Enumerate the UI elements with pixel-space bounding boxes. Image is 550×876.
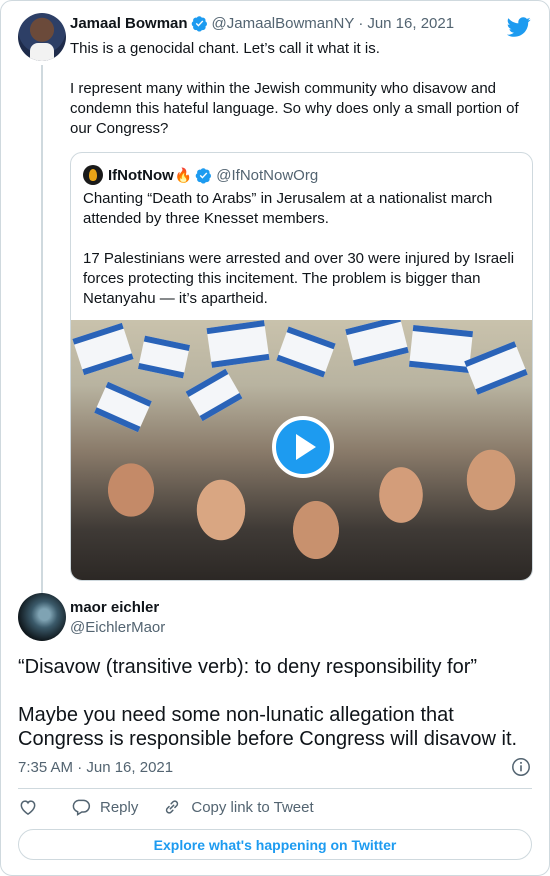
avatar-maor-eichler[interactable]	[18, 593, 66, 641]
reply-author-name[interactable]: maor eichler	[70, 599, 159, 616]
flag-shape	[345, 320, 409, 367]
flag-shape	[137, 335, 191, 379]
author-handle[interactable]: @JamaalBowmanNY	[212, 15, 355, 32]
tweet-paragraph: “Disavow (transitive verb): to deny resp…	[18, 656, 478, 678]
flag-shape	[72, 322, 134, 376]
quoted-author-handle: @IfNotNowOrg	[216, 166, 319, 184]
explore-twitter-button[interactable]: Explore what's happening on Twitter	[18, 829, 532, 860]
quoted-author-name: IfNotNow	[108, 166, 174, 184]
thread-connector-line	[41, 65, 43, 601]
like-button[interactable]	[18, 797, 38, 817]
author-name[interactable]: Jamaal Bowman	[70, 15, 188, 32]
flag-shape	[94, 381, 152, 433]
tweet-timestamp[interactable]: 7:35 AM · Jun 16, 2021	[18, 759, 173, 776]
verified-badge-icon	[195, 167, 212, 184]
video-thumbnail[interactable]	[71, 320, 532, 580]
flag-shape	[206, 320, 270, 368]
tweet-paragraph: Maybe you need some non-lunatic allegati…	[18, 704, 518, 750]
link-icon	[166, 800, 179, 814]
tweet-paragraph: This is a genocidal chant. Let’s call it…	[70, 40, 380, 57]
parent-tweet-header: Jamaal Bowman @JamaalBowmanNY · Jun 16, …	[70, 15, 454, 32]
tweet-paragraph: 17 Palestinians were arrested and over 3…	[83, 250, 515, 307]
flag-shape	[408, 324, 474, 374]
reply-label: Reply	[100, 798, 139, 816]
reply-author-handle[interactable]: @EichlerMaor	[70, 619, 165, 636]
meta-separator: ·	[358, 15, 364, 32]
tweet-date[interactable]: Jun 16, 2021	[367, 15, 454, 32]
copy-link-label: Copy link to Tweet	[191, 798, 314, 816]
quoted-tweet[interactable]: IfNotNow 🔥 @IfNotNowOrg Chanting “Death …	[70, 152, 533, 581]
info-icon[interactable]	[511, 757, 531, 777]
flag-shape	[185, 368, 243, 422]
divider	[18, 788, 532, 789]
quoted-tweet-text: Chanting “Death to Arabs” in Jerusalem a…	[83, 189, 523, 309]
flag-shape	[276, 326, 336, 378]
flag-shape	[464, 341, 528, 395]
tweet-embed-card: Jamaal Bowman @JamaalBowmanNY · Jun 16, …	[0, 0, 550, 876]
copy-link-button[interactable]: Copy link to Tweet	[162, 797, 314, 817]
tweet-paragraph: I represent many within the Jewish commu…	[70, 80, 519, 137]
fire-emoji-icon: 🔥	[174, 166, 193, 183]
twitter-bird-icon[interactable]	[507, 15, 531, 39]
quoted-tweet-header: IfNotNow 🔥 @IfNotNowOrg	[83, 165, 318, 185]
play-icon	[296, 434, 316, 460]
verified-badge-icon	[191, 16, 207, 32]
avatar-jamaal-bowman[interactable]	[18, 13, 66, 61]
avatar-ifnotnow	[83, 165, 103, 185]
reply-button[interactable]: Reply	[71, 797, 138, 817]
tweet-actions-bar: Reply Copy link to Tweet	[18, 797, 314, 817]
play-button[interactable]	[272, 416, 334, 478]
reply-icon	[72, 799, 91, 816]
main-tweet-text: “Disavow (transitive verb): to deny resp…	[18, 655, 538, 751]
heart-icon	[20, 800, 36, 815]
tweet-paragraph: Chanting “Death to Arabs” in Jerusalem a…	[83, 190, 493, 227]
parent-tweet-text: This is a genocidal chant. Let’s call it…	[70, 39, 530, 139]
